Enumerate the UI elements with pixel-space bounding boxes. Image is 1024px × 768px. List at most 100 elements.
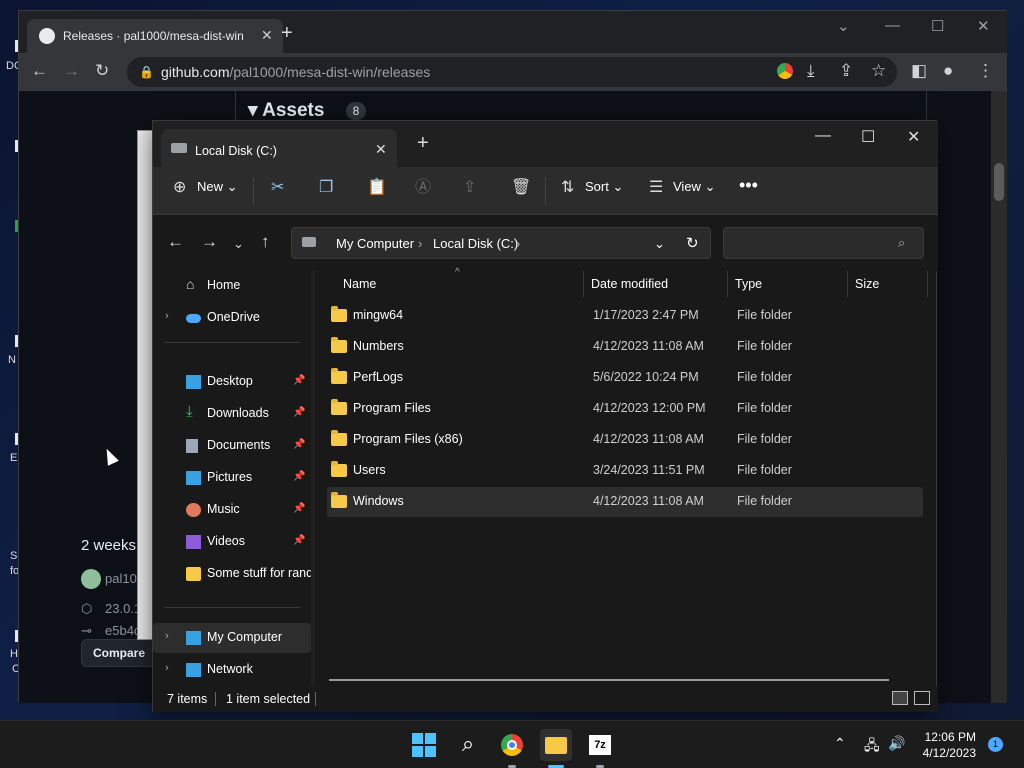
back-icon[interactable]: ← [31, 61, 48, 81]
menu-icon[interactable]: ⋮ [977, 61, 994, 81]
notification-badge[interactable]: 1 [988, 737, 1003, 752]
column-header-type[interactable]: Type [735, 277, 762, 291]
browser-tab[interactable]: Releases · pal1000/mesa-dist-win ✕ [27, 19, 283, 53]
close-window-button[interactable]: ✕ [907, 127, 920, 147]
breadcrumb-my-computer[interactable]: My Computer [336, 236, 414, 251]
install-icon[interactable]: ⤓ [807, 61, 815, 81]
search-input[interactable]: ⌕ [723, 227, 924, 259]
side-panel-icon[interactable]: ◧ [911, 61, 927, 81]
maximize-button[interactable]: ☐ [861, 127, 875, 147]
view-button[interactable]: View ⌄ [673, 179, 715, 195]
cloud-icon [186, 314, 201, 323]
close-icon[interactable]: ✕ [375, 141, 387, 158]
google-icon[interactable] [777, 63, 793, 79]
column-header-name[interactable]: Name [343, 277, 376, 291]
new-tab-button[interactable]: + [417, 133, 429, 153]
page-scrollbar[interactable] [991, 91, 1007, 703]
chevron-right-icon[interactable]: › [418, 236, 422, 251]
column-divider[interactable] [927, 271, 928, 297]
up-icon[interactable]: ↑ [261, 232, 270, 252]
maximize-button[interactable]: ☐ [931, 17, 944, 35]
nav-item-my-computer[interactable]: › My Computer [153, 623, 311, 653]
table-row[interactable]: Program Files (x86) 4/12/2023 11:08 AM F… [327, 425, 923, 455]
assets-heading[interactable]: ▾ Assets [248, 99, 324, 122]
divider [165, 607, 300, 608]
forward-icon[interactable]: → [201, 232, 218, 252]
nav-item-onedrive[interactable]: › OneDrive [153, 303, 311, 333]
column-divider[interactable] [727, 271, 728, 297]
address-bar[interactable]: 🔒 github.com/pal1000/mesa-dist-win/relea… [127, 57, 897, 87]
volume-icon[interactable]: 🔊 [888, 735, 905, 752]
chevron-down-icon[interactable]: ⌄ [654, 236, 665, 252]
column-divider[interactable] [847, 271, 848, 297]
table-row[interactable]: Windows 4/12/2023 11:08 AM File folder [327, 487, 923, 517]
commit-icon: ⊸ [81, 623, 92, 638]
nav-item-music[interactable]: Music 📌 [153, 495, 311, 525]
column-header-size[interactable]: Size [855, 277, 879, 291]
copy-icon[interactable]: ❐ [319, 178, 333, 198]
start-button[interactable] [408, 729, 440, 761]
refresh-icon[interactable]: ↻ [686, 234, 699, 252]
explorer-tab[interactable]: Local Disk (C:) ✕ [161, 129, 397, 167]
nav-item-videos[interactable]: Videos 📌 [153, 527, 311, 557]
table-row[interactable]: PerfLogs 5/6/2022 10:24 PM File folder [327, 363, 923, 393]
nav-item-downloads[interactable]: ⤓ Downloads 📌 [153, 399, 311, 429]
paste-icon[interactable]: 📋 [367, 178, 387, 198]
new-tab-button[interactable]: + [281, 23, 293, 43]
7zip-taskbar-button[interactable]: 7z [584, 729, 616, 761]
forward-icon[interactable]: → [63, 61, 80, 81]
recent-locations-icon[interactable]: ⌄ [233, 234, 244, 254]
chevron-right-icon[interactable]: › [165, 662, 169, 674]
nav-item-network[interactable]: › Network [153, 655, 311, 685]
new-button[interactable]: New ⌄ [197, 179, 238, 195]
scrollbar-thumb[interactable] [994, 163, 1004, 201]
release-commit[interactable]: e5b4c [105, 623, 140, 638]
search-icon[interactable]: ⌕ [452, 729, 484, 761]
share-icon[interactable]: ⇪ [839, 61, 853, 81]
pane-splitter[interactable] [311, 271, 315, 686]
bookmark-star-icon[interactable]: ☆ [871, 61, 886, 81]
table-row[interactable]: Program Files 4/12/2023 12:00 PM File fo… [327, 394, 923, 424]
column-header-date[interactable]: Date modified [591, 277, 668, 291]
column-divider[interactable] [583, 271, 584, 297]
release-tag[interactable]: 23.0.1 [105, 601, 141, 616]
back-icon[interactable]: ← [167, 232, 184, 252]
file-explorer-taskbar-button[interactable] [540, 729, 572, 761]
breadcrumb-local-disk[interactable]: Local Disk (C:) [433, 236, 518, 251]
nav-item-home[interactable]: ⌂ Home [153, 271, 311, 301]
chrome-taskbar-button[interactable] [496, 729, 528, 761]
compare-button[interactable]: Compare [81, 639, 157, 667]
chevron-right-icon[interactable]: › [516, 236, 520, 251]
details-view-icon[interactable] [892, 691, 908, 705]
close-icon[interactable]: ✕ [261, 27, 273, 44]
chevron-up-icon[interactable]: ⌃ [834, 735, 846, 752]
nav-item-some-stuff[interactable]: Some stuff for rand [153, 559, 313, 589]
delete-icon[interactable]: 🗑 [511, 178, 531, 198]
more-options-icon[interactable]: ••• [739, 175, 758, 196]
nav-item-desktop[interactable]: Desktop 📌 [153, 367, 311, 397]
clock[interactable]: 12:06 PM 4/12/2023 [912, 729, 976, 761]
chevron-right-icon[interactable]: › [165, 310, 169, 322]
cut-icon[interactable]: ✂ [271, 178, 284, 198]
rename-icon[interactable]: Ⓐ [415, 178, 431, 198]
chevron-down-icon[interactable]: ⌄ [837, 17, 850, 35]
horizontal-scrollbar[interactable] [329, 679, 889, 681]
chevron-right-icon[interactable]: › [165, 630, 169, 642]
reload-icon[interactable]: ↻ [95, 61, 109, 81]
file-date: 4/12/2023 11:08 AM [593, 494, 704, 508]
address-bar[interactable]: My Computer › Local Disk (C:) › ⌄ ↻ [291, 227, 711, 259]
sort-button[interactable]: Sort ⌄ [585, 179, 623, 195]
profile-icon[interactable]: ● [943, 61, 953, 81]
minimize-button[interactable]: — [885, 17, 900, 34]
table-row[interactable]: Numbers 4/12/2023 11:08 AM File folder [327, 332, 923, 362]
tiles-view-icon[interactable] [914, 691, 930, 705]
avatar[interactable] [81, 569, 101, 589]
nav-item-pictures[interactable]: Pictures 📌 [153, 463, 311, 493]
nav-item-documents[interactable]: Documents 📌 [153, 431, 311, 461]
close-window-button[interactable]: ✕ [977, 17, 990, 35]
table-row[interactable]: Users 3/24/2023 11:51 PM File folder [327, 456, 923, 486]
network-icon[interactable]: 🖧 [864, 735, 880, 759]
share-icon[interactable]: ⇪ [463, 178, 476, 198]
minimize-button[interactable]: — [815, 127, 831, 145]
table-row[interactable]: mingw64 1/17/2023 2:47 PM File folder [327, 301, 923, 331]
